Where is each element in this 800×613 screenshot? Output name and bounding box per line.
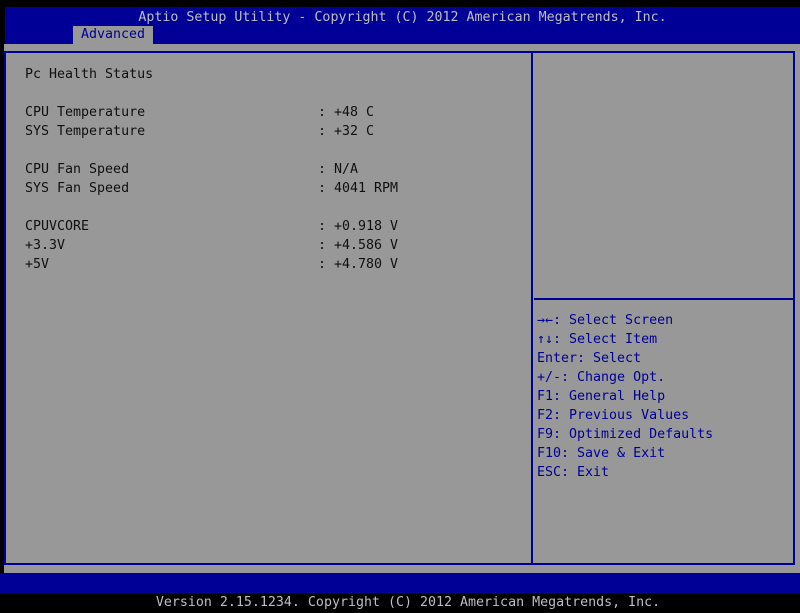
row-label: CPU Fan Speed: [25, 162, 130, 177]
row-label: SYS Fan Speed: [25, 181, 130, 196]
row-label: CPU Temperature: [25, 105, 146, 120]
page-title: Pc Health Status: [25, 67, 154, 82]
tab-advanced[interactable]: Advanced: [73, 26, 153, 44]
row-5v: +5V : +4.780 V: [25, 255, 515, 274]
row-3v3: +3.3V : +4.586 V: [25, 236, 515, 255]
value-separator: :: [318, 105, 327, 120]
value-separator: :: [318, 181, 327, 196]
value-separator: :: [318, 162, 327, 177]
temperature-group: CPU Temperature : +48 C SYS Temperature :…: [25, 103, 515, 141]
help-f2-previous-values: F2: Previous Values: [537, 408, 690, 423]
value-text: +0.918 V: [334, 219, 399, 234]
help-panel-divider: [534, 298, 793, 300]
help-enter-select: Enter: Select: [537, 351, 642, 366]
value-text: +4.780 V: [334, 257, 399, 272]
value-text: +48 C: [334, 105, 375, 120]
row-label: SYS Temperature: [25, 124, 146, 139]
version-text: Version 2.15.1234. Copyright (C) 2012 Am…: [155, 595, 661, 610]
help-select-screen: →←: Select Screen: [537, 313, 674, 328]
value-separator: :: [318, 124, 327, 139]
help-change-opt: +/-: Change Opt.: [537, 370, 666, 385]
app-title: Aptio Setup Utility - Copyright (C) 2012…: [138, 10, 667, 25]
row-label: +5V: [25, 257, 50, 272]
main-area: Pc Health Status CPU Temperature : +48 C …: [4, 44, 800, 573]
value-text: N/A: [334, 162, 359, 177]
help-f10-save-exit: F10: Save & Exit: [537, 446, 666, 461]
row-value: :4041 RPM: [318, 179, 398, 198]
row-value: : +32 C: [318, 122, 374, 141]
help-f1-general-help: F1: General Help: [537, 389, 666, 404]
row-cpuvcore: CPUVCORE : +0.918 V: [25, 217, 515, 236]
row-cpu-fan-speed: CPU Fan Speed : N/A: [25, 160, 515, 179]
value-text: +32 C: [334, 124, 375, 139]
help-select-item: ↑↓: Select Item: [537, 332, 658, 347]
fan-speed-group: CPU Fan Speed : N/A SYS Fan Speed :4041 R…: [25, 160, 515, 198]
row-sys-fan-speed: SYS Fan Speed :4041 RPM: [25, 179, 515, 198]
title-bar: Aptio Setup Utility - Copyright (C) 2012…: [5, 7, 800, 44]
row-sys-temperature: SYS Temperature : +32 C: [25, 122, 515, 141]
row-cpu-temperature: CPU Temperature : +48 C: [25, 103, 515, 122]
row-value: : +4.586 V: [318, 236, 398, 255]
voltage-group: CPUVCORE : +0.918 V +3.3V : +4.586 V +5V :…: [25, 217, 515, 274]
value-separator: :: [318, 238, 327, 253]
help-f9-optimized-defaults: F9: Optimized Defaults: [537, 427, 714, 442]
value-text: 4041 RPM: [334, 181, 399, 196]
row-label: CPUVCORE: [25, 219, 90, 234]
row-value: : +48 C: [318, 103, 374, 122]
panel-vertical-divider: [531, 51, 533, 565]
tab-advanced-label: Advanced: [80, 27, 146, 42]
help-key-panel: →←: Select Screen ↑↓: Select Item Enter:…: [537, 311, 793, 482]
row-label: +3.3V: [25, 238, 66, 253]
row-value: : +4.780 V: [318, 255, 398, 274]
value-text: +4.586 V: [334, 238, 399, 253]
row-value: : N/A: [318, 160, 358, 179]
health-status-pane: Pc Health Status CPU Temperature : +48 C …: [25, 65, 515, 293]
value-separator: :: [318, 219, 327, 234]
version-bar: Version 2.15.1234. Copyright (C) 2012 Am…: [0, 573, 800, 610]
row-value: : +0.918 V: [318, 217, 398, 236]
value-separator: :: [318, 257, 327, 272]
help-esc-exit: ESC: Exit: [537, 465, 610, 480]
